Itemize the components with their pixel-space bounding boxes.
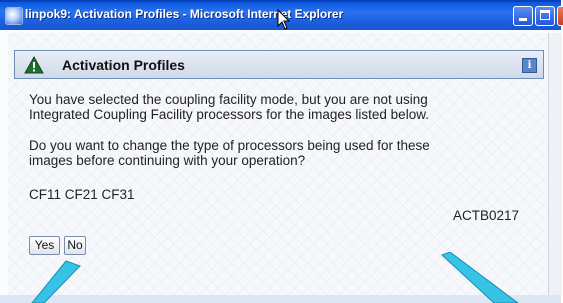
message-line-3: Do you want to change the type of proces… bbox=[29, 138, 430, 153]
minimize-icon bbox=[519, 18, 527, 21]
close-button[interactable] bbox=[557, 6, 563, 26]
callout-arrow-right-icon bbox=[441, 252, 519, 303]
yes-button[interactable]: Yes bbox=[29, 236, 60, 255]
maximize-icon bbox=[540, 10, 550, 20]
message-code: ACTB0217 bbox=[453, 208, 520, 223]
internet-explorer-icon bbox=[5, 7, 23, 25]
message-line-2: Integrated Coupling Facility processors … bbox=[29, 107, 429, 122]
vertical-scrollbar[interactable] bbox=[548, 33, 562, 295]
browser-window: linpok9: Activation Profiles - Microsoft… bbox=[0, 0, 563, 303]
image-list: CF11 CF21 CF31 bbox=[29, 187, 135, 202]
panel-header: Activation Profiles i bbox=[14, 50, 544, 79]
warning-icon bbox=[24, 56, 44, 74]
minimize-button[interactable] bbox=[513, 6, 533, 26]
message-line-4: images before continuing with your opera… bbox=[29, 153, 306, 168]
no-button[interactable]: No bbox=[64, 236, 86, 255]
message-line-1: You have selected the coupling facility … bbox=[29, 92, 428, 107]
info-icon[interactable]: i bbox=[522, 58, 537, 73]
panel-title: Activation Profiles bbox=[62, 57, 185, 73]
window-title: linpok9: Activation Profiles - Microsoft… bbox=[25, 7, 344, 21]
mouse-cursor-icon bbox=[277, 9, 291, 30]
callout-arrow-left-icon bbox=[31, 260, 81, 303]
maximize-button[interactable] bbox=[535, 6, 555, 26]
